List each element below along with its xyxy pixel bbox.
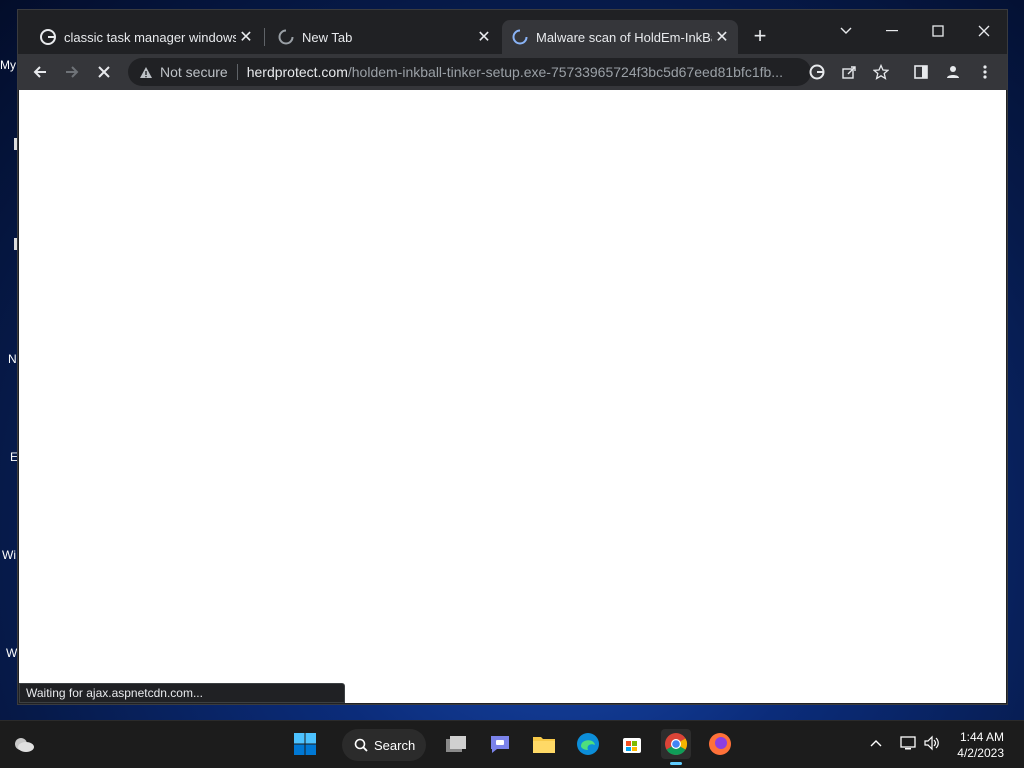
page-content[interactable]: Waiting for ajax.aspnetcdn.com... — [19, 90, 1006, 703]
tab-close-icon[interactable]: ✕ — [712, 27, 732, 47]
chrome-browser-icon[interactable] — [661, 729, 691, 765]
address-bar[interactable]: Not secure herdprotect.com/holdem-inkbal… — [128, 58, 811, 86]
task-view-icon[interactable] — [441, 729, 471, 759]
desktop-label: N — [8, 352, 17, 366]
share-icon[interactable] — [837, 60, 861, 84]
teams-chat-icon[interactable] — [485, 729, 515, 759]
status-bubble: Waiting for ajax.aspnetcdn.com... — [19, 683, 345, 703]
edge-browser-icon[interactable] — [573, 729, 603, 759]
maximize-icon[interactable] — [915, 16, 961, 46]
tab-title: classic task manager windows 11 — [64, 29, 236, 45]
desktop-label: My — [0, 58, 16, 72]
tab-new-tab[interactable]: New Tab ✕ — [268, 20, 500, 54]
taskbar: Search 1:44 AM 4/2/2023 — [0, 720, 1024, 768]
clock-time: 1:44 AM — [959, 730, 1004, 744]
close-window-icon[interactable] — [961, 16, 1007, 46]
volume-icon[interactable] — [922, 733, 942, 753]
start-windows-icon[interactable] — [290, 729, 320, 759]
desktop-label: W — [6, 646, 18, 660]
forward-icon[interactable] — [60, 60, 84, 84]
network-icon[interactable] — [898, 733, 918, 753]
search-label: Search — [374, 737, 416, 753]
show-hidden-icons-chevron-icon[interactable] — [866, 733, 886, 753]
loading-spinner-icon — [512, 29, 528, 45]
warning-icon[interactable] — [138, 64, 154, 80]
more-menu-icon[interactable] — [973, 60, 997, 84]
security-label[interactable]: Not secure — [160, 64, 228, 80]
microsoft-store-icon[interactable] — [617, 729, 647, 759]
system-clock[interactable]: 1:44 AM 4/2/2023 — [957, 729, 1004, 761]
back-icon[interactable] — [28, 60, 52, 84]
tab-task-manager[interactable]: classic task manager windows 11 ✕ — [30, 20, 262, 54]
side-panel-icon[interactable] — [909, 60, 933, 84]
tab-title: Malware scan of HoldEm-InkBall — [536, 29, 712, 45]
desktop-label: Wi — [2, 548, 16, 562]
chrome-window: classic task manager windows 11 ✕ New Ta… — [17, 9, 1008, 705]
tab-malware-scan[interactable]: Malware scan of HoldEm-InkBall ✕ — [502, 20, 738, 54]
tab-close-icon[interactable]: ✕ — [236, 27, 256, 47]
search-icon — [354, 738, 368, 752]
toolbar: Not secure herdprotect.com/holdem-inkbal… — [18, 54, 1007, 90]
tab-title: New Tab — [302, 29, 353, 45]
url-host: herdprotect.com — [246, 64, 348, 80]
url-path: /holdem-inkball-tinker-setup.exe-7573396… — [347, 64, 783, 80]
desktop-fragment-my[interactable]: My — [0, 58, 18, 72]
stop-loading-icon[interactable] — [92, 60, 116, 84]
google-lens-icon[interactable] — [805, 60, 829, 84]
minimize-icon[interactable] — [869, 16, 915, 46]
bookmark-star-icon[interactable] — [869, 60, 893, 84]
tab-close-icon[interactable]: ✕ — [474, 27, 494, 47]
file-explorer-icon[interactable] — [529, 729, 559, 759]
firefox-icon[interactable] — [705, 729, 735, 759]
taskbar-search-button[interactable]: Search — [342, 729, 426, 761]
widgets-weather-icon[interactable] — [8, 729, 38, 759]
tab-strip: classic task manager windows 11 ✕ New Ta… — [18, 10, 1007, 54]
new-tab-button[interactable]: + — [750, 23, 770, 48]
tab-search-dropdown-icon[interactable] — [823, 16, 869, 46]
google-g-icon — [40, 29, 56, 45]
clock-date: 4/2/2023 — [957, 746, 1004, 760]
profile-icon[interactable] — [941, 60, 965, 84]
loading-spinner-icon — [278, 29, 294, 45]
